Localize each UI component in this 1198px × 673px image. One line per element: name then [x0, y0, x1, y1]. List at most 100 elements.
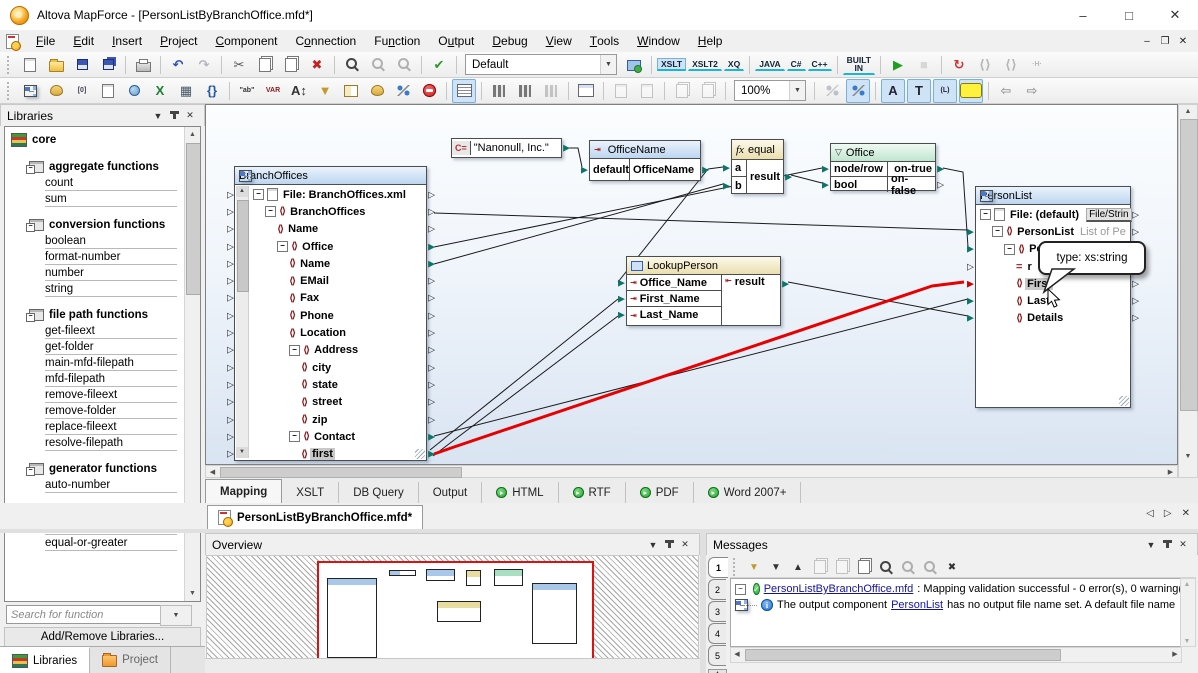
insert-xml-schema-icon[interactable]: [18, 79, 42, 103]
library-group-generator-functions[interactable]: generator functions: [5, 461, 200, 477]
search-function-input[interactable]: [6, 605, 162, 624]
toolbar-grip[interactable]: [7, 56, 14, 74]
toggle-tips-icon[interactable]: [959, 79, 983, 103]
input-connector[interactable]: ▷: [227, 328, 234, 337]
branchoffices-node-office[interactable]: −⟨⟩Office▷▶: [249, 238, 426, 255]
scroll-down-icon[interactable]: ▼: [236, 447, 248, 458]
input-connector[interactable]: ▷: [227, 311, 234, 320]
tab-spinner[interactable]: ▲▼: [708, 669, 727, 673]
auto-connect-matching-children-icon[interactable]: [452, 79, 476, 103]
branchoffices-node-city[interactable]: ⟨⟩city▷▷: [249, 359, 426, 376]
output-connector[interactable]: ▶: [428, 432, 435, 441]
view-tab-rtf[interactable]: ▸RTF: [559, 482, 626, 503]
input-a[interactable]: a▶: [732, 160, 746, 177]
output-connector[interactable]: ▶: [428, 259, 435, 268]
branchoffices-node-file-branchoffices-xml[interactable]: −File: BranchOffices.xml▷▷: [249, 186, 426, 203]
scrollbar-thumb[interactable]: [1180, 119, 1198, 411]
menu-file[interactable]: File: [27, 30, 64, 52]
component-constant[interactable]: C= "Nanonull, Inc." ▶: [451, 138, 562, 158]
function-boolean[interactable]: boolean: [45, 233, 177, 249]
scroll-down-icon[interactable]: ▼: [1179, 450, 1197, 463]
insert-edi-icon[interactable]: [0]: [70, 79, 94, 103]
personlist-node-personlist[interactable]: −⟨⟩PersonListList of Pe▶▷: [976, 223, 1130, 240]
output-connector[interactable]: ▷: [1132, 279, 1139, 288]
branchoffices-node-branchoffices[interactable]: −⟨⟩BranchOffices▷▷: [249, 203, 426, 220]
menu-insert[interactable]: Insert: [103, 30, 151, 52]
library-group-aggregate-functions[interactable]: aggregate functions: [5, 159, 200, 175]
output-connector[interactable]: ▷: [428, 398, 435, 407]
scrollbar-thumb[interactable]: [186, 143, 201, 295]
component-lookupperson-header[interactable]: LookupPerson: [627, 257, 780, 275]
library-group-file-path-functions[interactable]: file path functions: [5, 307, 200, 323]
function-mfd-filepath[interactable]: mfd-filepath: [45, 371, 177, 387]
scroll-up-icon[interactable]: ▲: [236, 186, 248, 197]
input-connector[interactable]: ▶: [967, 279, 974, 288]
output-connector[interactable]: ▶: [702, 165, 709, 174]
insert-xbrl-icon[interactable]: ▦: [174, 79, 198, 103]
lang-cpp[interactable]: C++: [808, 58, 832, 71]
messages-vertical-scrollbar[interactable]: ▲ ▼: [1180, 578, 1196, 647]
scroll-left-icon[interactable]: ◀: [731, 648, 743, 660]
input-connector[interactable]: ▶: [967, 245, 974, 254]
input-last_name[interactable]: ⇥Last_Name▶: [627, 307, 721, 323]
copy-all-messages-icon[interactable]: [854, 557, 874, 577]
function-number[interactable]: number: [45, 265, 177, 281]
toggle-annotations-icon[interactable]: A: [881, 79, 905, 103]
input-connector[interactable]: ▷: [227, 398, 234, 407]
output-connector[interactable]: ▷: [428, 415, 435, 424]
canvas-horizontal-scrollbar[interactable]: ◀ ▶: [205, 465, 1178, 478]
zoom-combo[interactable]: 100%▼: [734, 80, 806, 101]
mapping-canvas[interactable]: BranchOffices ▲ ▼ −File: BranchOffices.x…: [205, 104, 1178, 465]
insert-text-file-icon[interactable]: [96, 79, 120, 103]
output-connector[interactable]: ▷: [1132, 296, 1139, 305]
input-default[interactable]: default: [590, 159, 630, 180]
value-map-table-icon[interactable]: [574, 79, 598, 103]
menu-tools[interactable]: Tools: [581, 30, 628, 52]
output-result[interactable]: result ▶: [747, 160, 783, 194]
message-tab-2[interactable]: 2: [708, 579, 726, 600]
insert-sort-icon[interactable]: A↕: [287, 79, 311, 103]
insert-join-icon[interactable]: [391, 79, 415, 103]
forward-icon[interactable]: ⇨: [1020, 79, 1044, 103]
input-connector[interactable]: ▷: [227, 207, 234, 216]
component-lookupperson[interactable]: LookupPerson ⇥Office_Name▶⇥First_Name▶⇥L…: [626, 256, 781, 326]
output-officename[interactable]: OfficeName: [630, 159, 700, 180]
panel-menu-icon[interactable]: ▼: [645, 540, 661, 550]
output-connector[interactable]: ▶: [937, 164, 944, 173]
expander-icon[interactable]: −: [1004, 244, 1015, 255]
filter-messages-icon[interactable]: ▼: [744, 557, 764, 577]
insert-variable-icon[interactable]: VAR: [261, 79, 285, 103]
find-in-messages-icon[interactable]: [876, 557, 896, 577]
function-equal-or-greater[interactable]: equal-or-greater: [45, 535, 177, 551]
component-office-filter[interactable]: ▽ Office node/row▶on-true▶bool▶on-false▷: [830, 143, 936, 191]
branchoffices-node-contact[interactable]: −⟨⟩Contact▷▶: [249, 428, 426, 445]
mdi-restore-button[interactable]: ❐: [1156, 36, 1174, 47]
scroll-right-icon[interactable]: ▶: [1169, 648, 1181, 660]
input-connector[interactable]: ▷: [227, 259, 234, 268]
expander-icon[interactable]: −: [289, 431, 300, 442]
overview-scrollbar[interactable]: [205, 658, 700, 673]
find-icon[interactable]: [340, 53, 364, 77]
personlist-node-details[interactable]: ⟨⟩Details▶▷: [976, 310, 1130, 327]
insert-sql-where-icon[interactable]: [365, 79, 389, 103]
run-mapping-icon[interactable]: ▶: [886, 53, 910, 77]
library-group-conversion-functions[interactable]: conversion functions: [5, 217, 200, 233]
chevron-down-icon[interactable]: ▼: [789, 81, 805, 100]
menu-component[interactable]: Component: [206, 30, 286, 52]
branchoffices-node-zip[interactable]: ⟨⟩zip▷▷: [249, 411, 426, 428]
output-connector[interactable]: ▶: [428, 449, 435, 458]
copy-icon[interactable]: [253, 53, 277, 77]
personlist-node-last[interactable]: ⟨⟩Last▶▷: [976, 292, 1130, 309]
view-tab-output[interactable]: Output: [419, 482, 483, 503]
branchoffices-node-location[interactable]: ⟨⟩Location▷▷: [249, 324, 426, 341]
input-connector[interactable]: ▷: [227, 294, 234, 303]
toggle-types-icon[interactable]: T: [907, 79, 931, 103]
expander-icon[interactable]: −: [265, 206, 276, 217]
print-icon[interactable]: [131, 53, 155, 77]
output-connector[interactable]: ▷: [1132, 210, 1139, 219]
insert-exception-icon[interactable]: [417, 79, 441, 103]
message-tab-5[interactable]: 5: [708, 645, 726, 666]
pin-icon[interactable]: [166, 111, 182, 121]
message-tab-3[interactable]: 3: [708, 601, 726, 622]
input-connector[interactable]: ▷: [227, 190, 234, 199]
